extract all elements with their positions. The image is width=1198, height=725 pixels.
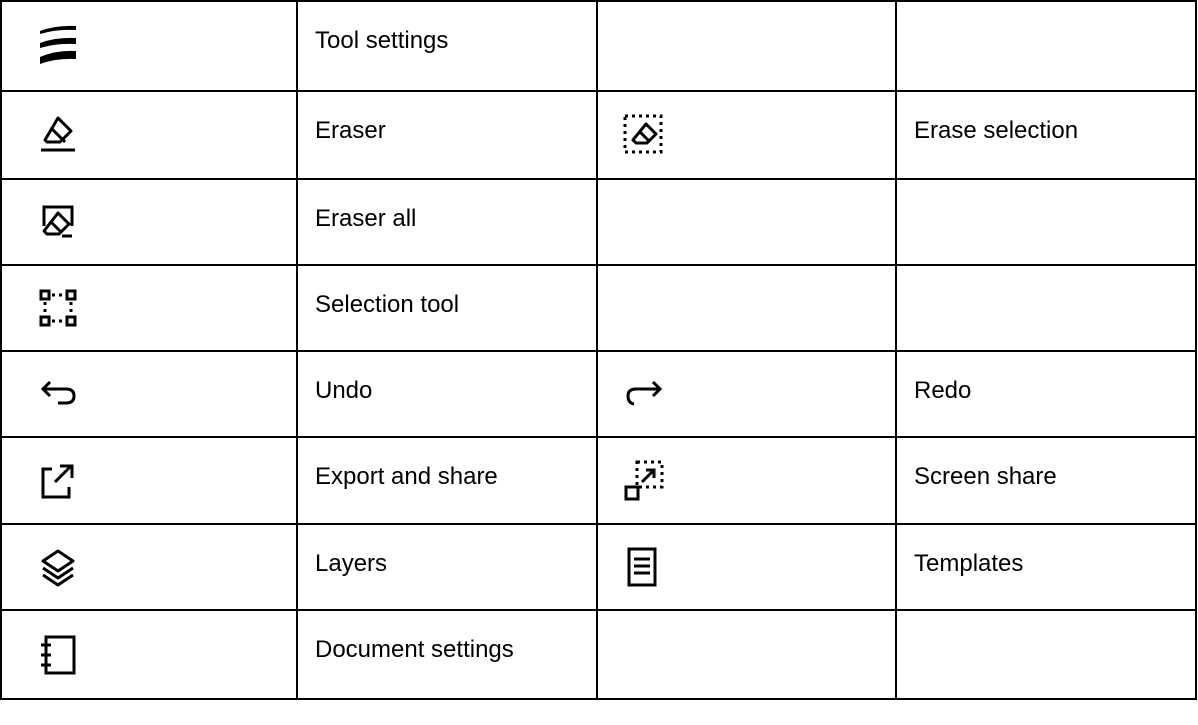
undo-label-cell: Undo bbox=[298, 352, 598, 438]
screen-share-label: Screen share bbox=[914, 463, 1057, 490]
export-share-label: Export and share bbox=[315, 463, 498, 490]
redo-label: Redo bbox=[914, 377, 972, 404]
empty-cell bbox=[598, 2, 897, 92]
selection-tool-icon-cell bbox=[2, 266, 298, 352]
export-share-icon bbox=[41, 464, 74, 498]
document-settings-icon bbox=[41, 635, 76, 674]
layers-label: Layers bbox=[315, 550, 388, 577]
export-share-label-cell: Export and share bbox=[298, 438, 598, 525]
empty-cell bbox=[897, 611, 1197, 700]
templates-label-cell: Templates bbox=[897, 525, 1197, 611]
selection-tool-icon bbox=[39, 289, 77, 327]
eraser-all-label-cell: Eraser all bbox=[298, 180, 598, 266]
layers-icon-cell bbox=[2, 525, 298, 611]
erase-selection-label-cell: Erase selection bbox=[897, 92, 1197, 180]
empty-cell bbox=[897, 180, 1197, 266]
eraser-all-icon-cell bbox=[2, 180, 298, 266]
selection-tool-label: Selection tool bbox=[315, 291, 460, 318]
eraser-icon-cell bbox=[2, 92, 298, 180]
templates-icon-cell bbox=[598, 525, 897, 611]
redo-icon-cell bbox=[598, 352, 897, 438]
tool-settings-icon bbox=[40, 25, 76, 64]
undo-label: Undo bbox=[315, 377, 373, 404]
eraser-all-label: Eraser all bbox=[315, 205, 417, 232]
redo-label-cell: Redo bbox=[897, 352, 1197, 438]
templates-label: Templates bbox=[914, 550, 1024, 577]
erase-selection-label: Erase selection bbox=[914, 117, 1079, 144]
undo-icon bbox=[40, 380, 76, 405]
eraser-icon bbox=[41, 116, 75, 152]
document-settings-label: Document settings bbox=[315, 636, 514, 663]
screen-share-icon-cell bbox=[598, 438, 897, 525]
document-settings-icon-cell bbox=[2, 611, 298, 700]
empty-cell bbox=[897, 2, 1197, 92]
erase-selection-icon-cell bbox=[598, 92, 897, 180]
layers-icon bbox=[41, 549, 75, 587]
screen-share-icon bbox=[624, 460, 664, 500]
tool-settings-icon-cell bbox=[2, 2, 298, 92]
templates-icon bbox=[627, 547, 657, 587]
eraser-label-cell: Eraser bbox=[298, 92, 598, 180]
empty-cell bbox=[598, 266, 897, 352]
eraser-label: Eraser bbox=[315, 117, 386, 144]
empty-cell bbox=[598, 611, 897, 700]
document-settings-label-cell: Document settings bbox=[298, 611, 598, 700]
undo-icon-cell bbox=[2, 352, 298, 438]
empty-cell bbox=[598, 180, 897, 266]
tool-settings-label: Tool settings bbox=[315, 27, 449, 54]
tool-settings-label-cell: Tool settings bbox=[298, 2, 598, 92]
screen-share-label-cell: Screen share bbox=[897, 438, 1197, 525]
selection-tool-label-cell: Selection tool bbox=[298, 266, 598, 352]
tool-reference-table: Tool settings Eraser Erase selection Era… bbox=[0, 0, 1197, 700]
eraser-all-icon bbox=[42, 205, 74, 238]
erase-selection-icon bbox=[623, 114, 663, 154]
layers-label-cell: Layers bbox=[298, 525, 598, 611]
export-share-icon-cell bbox=[2, 438, 298, 525]
redo-icon bbox=[626, 380, 663, 406]
empty-cell bbox=[897, 266, 1197, 352]
